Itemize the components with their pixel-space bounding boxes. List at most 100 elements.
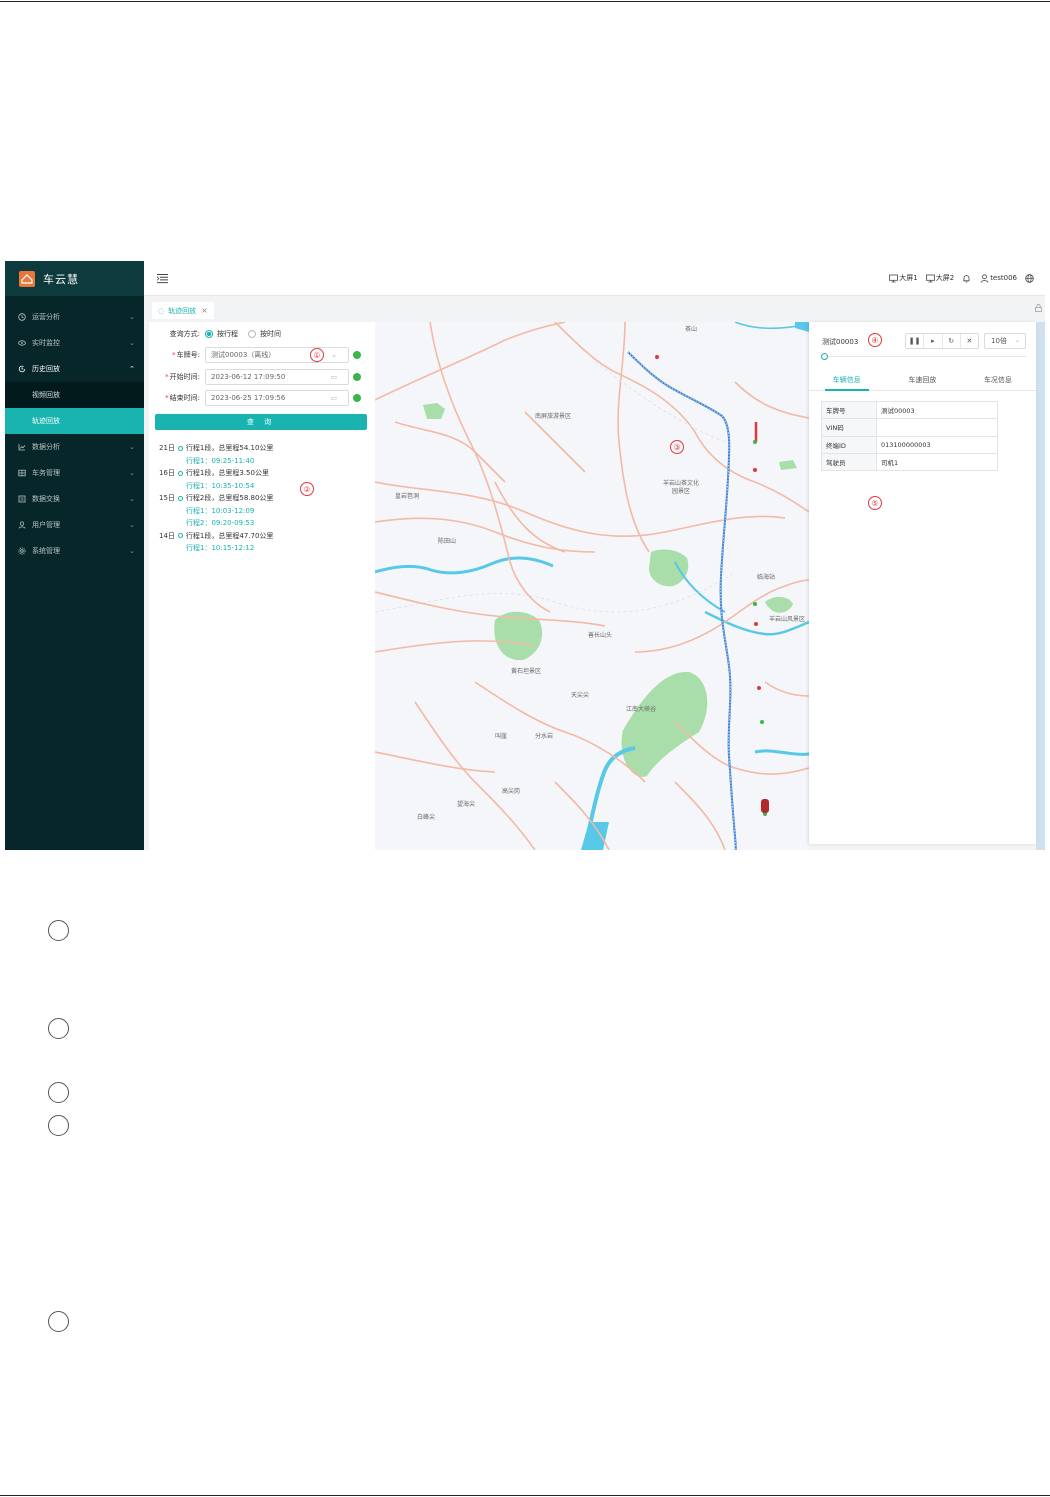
table-row: 终端ID 013100000003 [821, 435, 998, 454]
monitor-icon [889, 274, 899, 282]
map-label: 临海站 [757, 574, 776, 581]
big-screen-1-button[interactable]: 大屏1 [889, 273, 918, 283]
sidebar-item-user-management[interactable]: 用户管理 ⌄ [5, 512, 144, 538]
trip-day[interactable]: 15日 行程2段，总里程58.80公里 [159, 492, 273, 505]
stop-button[interactable]: ✕ [961, 334, 978, 348]
sidebar-item-data-analysis[interactable]: 数据分析 ⌄ [5, 434, 144, 460]
map-label: 望海尖 [457, 801, 476, 808]
chevron-down-icon: ⌄ [129, 339, 135, 347]
speed-select[interactable]: 10倍 ⌄ [984, 333, 1026, 349]
sidebar-item-operations[interactable]: 运营分析 ⌄ [5, 304, 144, 330]
timeline-dot-icon [177, 533, 183, 539]
trip-item[interactable]: 行程1：10:03-12:09 [159, 505, 273, 518]
tab-vehicle-condition[interactable]: 车况信息 [960, 369, 1036, 390]
map-label: 黄石坦景区 [511, 668, 542, 675]
brand: 车云慧 [5, 261, 144, 296]
vehicle-info-table: 车牌号 测试00003 VIN码 终端ID 013100000003 驾驶员 司机1 [821, 400, 998, 472]
speed-value: 10倍 [991, 337, 1007, 345]
trip-item[interactable]: 行程1：09:25-11:40 [159, 455, 273, 468]
sidebar-item-system-management[interactable]: 系统管理 ⌄ [5, 538, 144, 564]
map-label: 皇岩笆洞 [395, 493, 420, 500]
start-time-picker[interactable]: 2023-06-12 17:09:50 ▭ [205, 369, 349, 385]
trip-day[interactable]: 21日 行程1段，总里程54.10公里 [159, 442, 273, 455]
map-label: 天尖尖 [571, 692, 590, 699]
trip-list: 21日 行程1段，总里程54.10公里 行程1：09:25-11:40 16日 行程… [159, 442, 273, 555]
gear-icon [17, 547, 26, 556]
annotation-marker-3: ③ [670, 440, 684, 454]
start-time-row: *开始时间: 2023-06-12 17:09:50 ▭ [149, 369, 375, 385]
end-time-picker[interactable]: 2023-06-25 17:09:56 ▭ [205, 390, 349, 406]
radio-by-trip[interactable]: 按行程 [205, 329, 238, 339]
query-panel: 查询方式: 按行程 按时间 *车牌号: 测试00003（离线） ⌄ *开始时间: … [149, 322, 375, 850]
trip-item[interactable]: 行程2：09:20-09:53 [159, 517, 273, 530]
vehicle-info-panel: 测试00003 ❚❚ ▸ ↻ ✕ 10倍 ⌄ 车辆信息 车速回放 车况信息 车牌… [809, 322, 1036, 844]
sidebar-item-track-playback[interactable]: 轨迹回放 [5, 408, 144, 434]
clock-icon [17, 313, 26, 322]
playback-progress[interactable] [821, 353, 1026, 360]
trip-day[interactable]: 14日 行程1段，总里程47.70公里 [159, 530, 273, 543]
top-rule [0, 1, 1050, 2]
sidebar-item-label: 实时监控 [32, 339, 60, 347]
chevron-down-icon: ⌄ [129, 495, 135, 503]
chevron-down-icon: ⌄ [129, 443, 135, 451]
notification-button[interactable] [962, 274, 972, 283]
trip-day[interactable]: 16日 行程1段，总里程3.50公里 [159, 467, 273, 480]
user-icon [980, 273, 989, 283]
play-button[interactable]: ▸ [924, 334, 943, 348]
list-number-circle [48, 1082, 69, 1103]
vehicle-title: 测试00003 [822, 338, 859, 346]
sidebar-item-vehicle-affairs[interactable]: 车务管理 ⌄ [5, 460, 144, 486]
query-mode-label: 查询方式: [169, 330, 200, 338]
annotation-marker-1: ① [310, 348, 324, 362]
sidebar-item-label: 系统管理 [32, 547, 60, 555]
tab-track-playback[interactable]: ◌ 轨迹回放 × [152, 302, 214, 319]
user-icon [17, 521, 26, 530]
progress-knob[interactable] [821, 353, 828, 360]
track-map[interactable]: 茶山 南屏旅游景区 羊岩山茶文化园景区 皇岩笆洞 陈田山 临海站 羊岩山风景区 … [375, 322, 809, 850]
big-screen-1-label: 大屏1 [899, 274, 918, 282]
end-time-label: *结束时间: [165, 394, 200, 402]
list-number-circle [48, 1115, 69, 1136]
chevron-up-icon: ⌃ [129, 365, 135, 373]
map-label: 白峰尖 [417, 814, 436, 821]
trip-item[interactable]: 行程1：10:35-10:54 [159, 480, 273, 493]
plate-select[interactable]: 测试00003（离线） ⌄ [205, 347, 349, 363]
map-label: 叫崖 [495, 733, 508, 740]
list-number-circle [48, 920, 69, 941]
bottom-rule [0, 1495, 1050, 1496]
start-time-value: 2023-06-12 17:09:50 [211, 373, 286, 381]
lock-icon[interactable] [1035, 304, 1042, 312]
chevron-down-icon: ⌄ [129, 469, 135, 477]
sidebar-item-data-exchange[interactable]: 数据交换 ⌄ [5, 486, 144, 512]
chevron-down-icon: ⌄ [331, 351, 337, 359]
sidebar-item-video-playback[interactable]: 视频回放 [5, 382, 144, 408]
replay-button[interactable]: ↻ [943, 334, 961, 348]
pause-button[interactable]: ❚❚ [906, 334, 925, 348]
chevron-down-icon: ⌄ [129, 313, 135, 321]
big-screen-2-button[interactable]: 大屏2 [925, 273, 955, 283]
app-screenshot: 车云慧 运营分析 ⌄ 实时监控 ⌄ 历史回放 ⌃ 视频回放 轨迹回放 数据分析 … [5, 261, 1045, 850]
chevron-down-icon: ⌄ [129, 521, 135, 529]
sidebar-item-history[interactable]: 历史回放 ⌃ [5, 356, 144, 382]
big-screen-2-label: 大屏2 [935, 274, 955, 282]
close-icon[interactable]: × [201, 306, 208, 315]
sidebar: 车云慧 运营分析 ⌄ 实时监控 ⌄ 历史回放 ⌃ 视频回放 轨迹回放 数据分析 … [5, 261, 144, 850]
tab-vehicle-info[interactable]: 车辆信息 [809, 369, 885, 391]
menu-fold-icon[interactable] [157, 273, 168, 284]
username: test006 [990, 274, 1017, 282]
language-button[interactable] [1025, 273, 1035, 283]
tab-speed-playback[interactable]: 车速回放 [885, 369, 961, 390]
grid-icon [17, 469, 26, 478]
history-icon [17, 365, 26, 374]
vehicle-icon [761, 799, 769, 813]
sidebar-item-label: 历史回放 [32, 365, 60, 373]
radio-by-time[interactable]: 按时间 [248, 329, 281, 339]
trip-item[interactable]: 行程1：10:15-12:12 [159, 542, 273, 555]
sidebar-item-monitor[interactable]: 实时监控 ⌄ [5, 330, 144, 356]
user-menu[interactable]: test006 [980, 273, 1017, 283]
query-button[interactable]: 查 询 [155, 414, 367, 430]
plate-label: *车牌号: [172, 351, 200, 359]
list-number-circle [48, 1311, 69, 1332]
valid-check-icon [353, 373, 361, 381]
annotation-marker-5: ⑤ [868, 496, 882, 510]
